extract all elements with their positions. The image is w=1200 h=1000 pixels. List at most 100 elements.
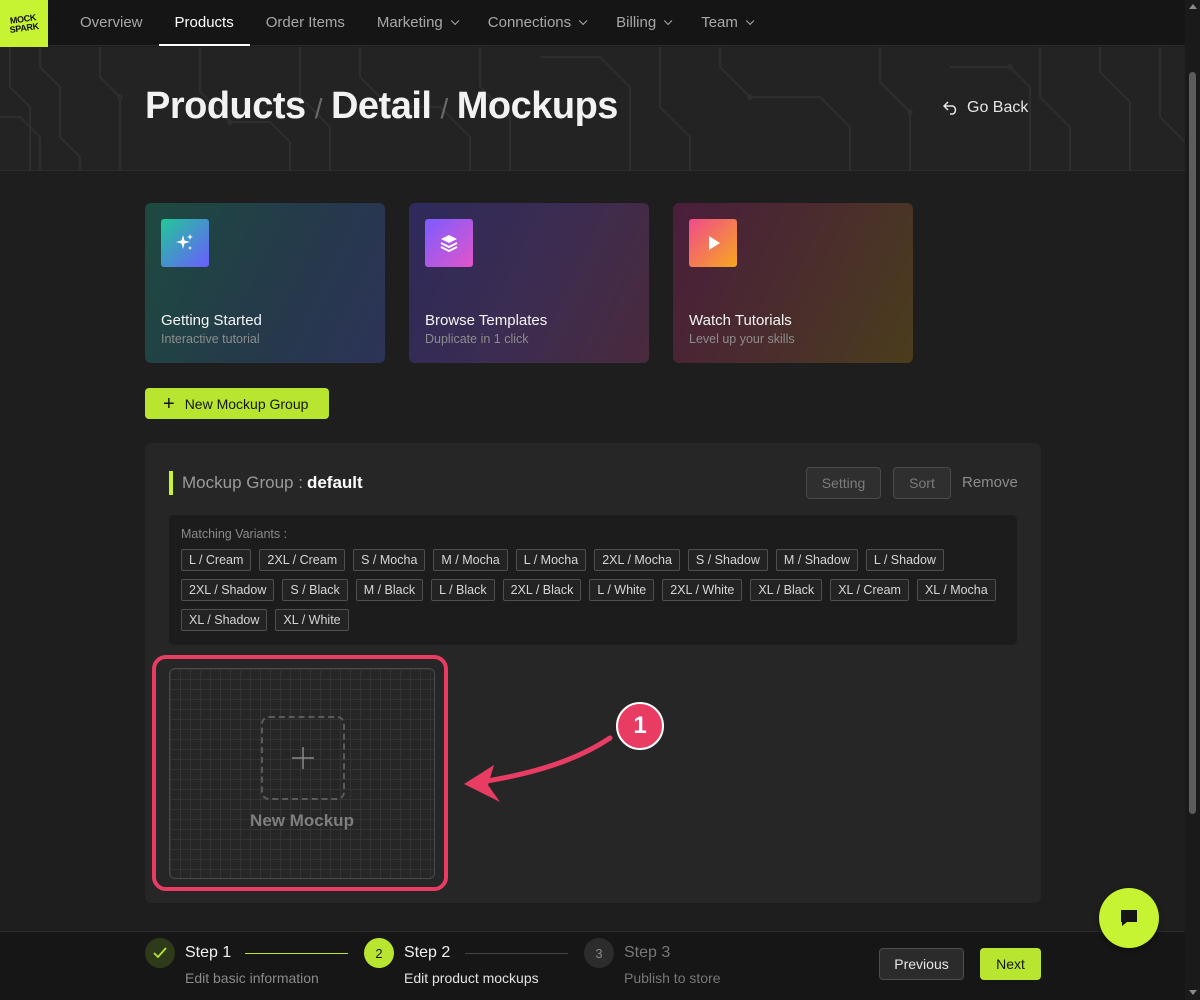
variant-tag-list: L / Cream 2XL / Cream S / Mocha M / Mocha L … <box>181 549 1005 631</box>
go-back-label: Go Back <box>967 99 1029 116</box>
variant-tag: L / White <box>589 579 655 601</box>
nav-item-team[interactable]: Team <box>685 0 767 45</box>
variant-tag: S / Shadow <box>687 549 768 571</box>
setting-button[interactable]: Setting <box>806 467 881 499</box>
step-connector <box>465 953 568 954</box>
breadcrumb-mockups: Mockups <box>456 85 619 127</box>
matching-variants-label: Matching Variants : <box>181 527 288 541</box>
undo-arrow-icon <box>943 101 957 115</box>
nav-item-label: Team <box>701 14 738 31</box>
chat-button[interactable] <box>1099 888 1159 948</box>
sparkles-icon <box>161 219 209 267</box>
chat-bubble-icon <box>1121 910 1137 926</box>
nav-item-label: Overview <box>80 14 143 31</box>
add-mockup-dropzone <box>261 716 345 800</box>
new-mockup-label: New Mockup <box>250 811 354 830</box>
nav-item-label: Connections <box>487 14 572 31</box>
scroll-down-icon[interactable] <box>1189 990 1197 995</box>
breadcrumb-separator: / <box>314 93 323 124</box>
nav-item-label: Billing <box>616 14 657 31</box>
chevron-down-icon <box>664 16 673 25</box>
variant-tag: S / Mocha <box>353 549 426 571</box>
nav-item-label: Marketing <box>376 14 443 31</box>
step-subtitle: Edit product mockups <box>404 970 539 986</box>
go-back-button[interactable]: Go Back <box>943 99 1028 117</box>
nav-items: Overview Products Order Items Marketing … <box>64 0 767 46</box>
nav-item-label: Products <box>174 14 234 31</box>
breadcrumb: Products / Detail / Mockups <box>145 85 618 128</box>
card-subtitle: Level up your skills <box>689 332 795 346</box>
nav-item-connections[interactable]: Connections <box>472 0 600 45</box>
brand-logo[interactable]: MOCK SPARK <box>0 0 48 47</box>
scrollbar[interactable] <box>1185 0 1200 1000</box>
step-title: Step 3 <box>624 944 671 961</box>
card-getting-started[interactable]: Getting Started Interactive tutorial <box>145 203 385 363</box>
mockup-group-title: Mockup Group : default <box>169 471 363 495</box>
variant-tag: 2XL / Black <box>502 579 582 601</box>
nav-item-label: Order Items <box>265 14 345 31</box>
chevron-down-icon <box>579 16 588 25</box>
card-subtitle: Duplicate in 1 click <box>425 332 529 346</box>
step-subtitle: Publish to store <box>624 970 721 986</box>
plus-icon <box>292 747 314 769</box>
scrollbar-thumb[interactable] <box>1189 72 1196 814</box>
step-1[interactable]: Step 1 Edit basic information <box>145 938 319 986</box>
annotation-badge: 1 <box>616 702 664 750</box>
new-mockup-tile[interactable]: New Mockup <box>169 668 435 879</box>
play-icon <box>689 219 737 267</box>
step-connector <box>245 953 348 954</box>
page: MOCK SPARK Overview Products Order Items … <box>0 0 1200 1000</box>
variant-tag: L / Black <box>431 579 495 601</box>
check-icon <box>145 938 175 968</box>
nav-item-overview[interactable]: Overview <box>64 0 159 45</box>
nav-item-products[interactable]: Products <box>158 0 250 46</box>
variant-tag: M / Shadow <box>775 549 858 571</box>
variant-tag: 2XL / White <box>662 579 743 601</box>
scroll-up-icon[interactable] <box>1189 4 1197 9</box>
card-browse-templates[interactable]: Browse Templates Duplicate in 1 click <box>409 203 649 363</box>
breadcrumb-products[interactable]: Products <box>145 85 306 128</box>
mockup-group-name: default <box>306 473 363 492</box>
variant-tag: L / Cream <box>181 549 252 571</box>
chevron-down-icon <box>450 16 460 25</box>
variant-tag: XL / White <box>275 609 349 631</box>
top-nav: MOCK SPARK Overview Products Order Items … <box>0 0 1185 47</box>
nav-item-order-items[interactable]: Order Items <box>250 0 361 45</box>
mockup-group-label: Mockup Group : <box>182 473 303 492</box>
step-3[interactable]: 3 Step 3 Publish to store <box>584 938 721 986</box>
step-number: 3 <box>584 938 614 968</box>
variant-tag: XL / Shadow <box>181 609 268 631</box>
variant-tag: M / Mocha <box>433 549 508 571</box>
variant-tag: M / Black <box>355 579 424 601</box>
card-title: Watch Tutorials <box>689 312 792 329</box>
variant-tag: 2XL / Cream <box>259 549 346 571</box>
nav-item-marketing[interactable]: Marketing <box>361 0 472 45</box>
card-watch-tutorials[interactable]: Watch Tutorials Level up your skills <box>673 203 913 363</box>
step-2[interactable]: 2 Step 2 Edit product mockups <box>364 938 539 986</box>
nav-item-billing[interactable]: Billing <box>600 0 685 45</box>
remove-button[interactable]: Remove <box>962 474 1018 491</box>
variant-tag: L / Mocha <box>515 549 587 571</box>
next-button[interactable]: Next <box>980 948 1041 980</box>
page-header: Products / Detail / Mockups Go Back <box>0 47 1185 171</box>
breadcrumb-separator: / <box>440 93 448 124</box>
breadcrumb-detail[interactable]: Detail <box>331 85 432 128</box>
new-mockup-group-label: New Mockup Group <box>184 395 309 412</box>
variant-tag: XL / Mocha <box>916 579 996 601</box>
step-subtitle: Edit basic information <box>185 970 319 986</box>
variant-tag: S / Black <box>282 579 348 601</box>
plus-icon: + <box>163 392 175 415</box>
layers-icon <box>425 219 473 267</box>
variant-tag: XL / Black <box>750 579 823 601</box>
card-title: Getting Started <box>161 312 262 329</box>
variant-tag: L / Shadow <box>865 549 944 571</box>
variant-tag: 2XL / Mocha <box>594 549 680 571</box>
new-mockup-group-button[interactable]: + New Mockup Group <box>145 388 329 419</box>
card-title: Browse Templates <box>425 312 548 329</box>
chevron-down-icon <box>745 16 755 25</box>
previous-button[interactable]: Previous <box>879 948 964 980</box>
sort-button[interactable]: Sort <box>893 467 951 499</box>
card-subtitle: Interactive tutorial <box>161 332 260 346</box>
stepper-bar: Step 1 Edit basic information 2 Step 2 E… <box>0 931 1185 1000</box>
variant-tag: XL / Cream <box>830 579 909 601</box>
